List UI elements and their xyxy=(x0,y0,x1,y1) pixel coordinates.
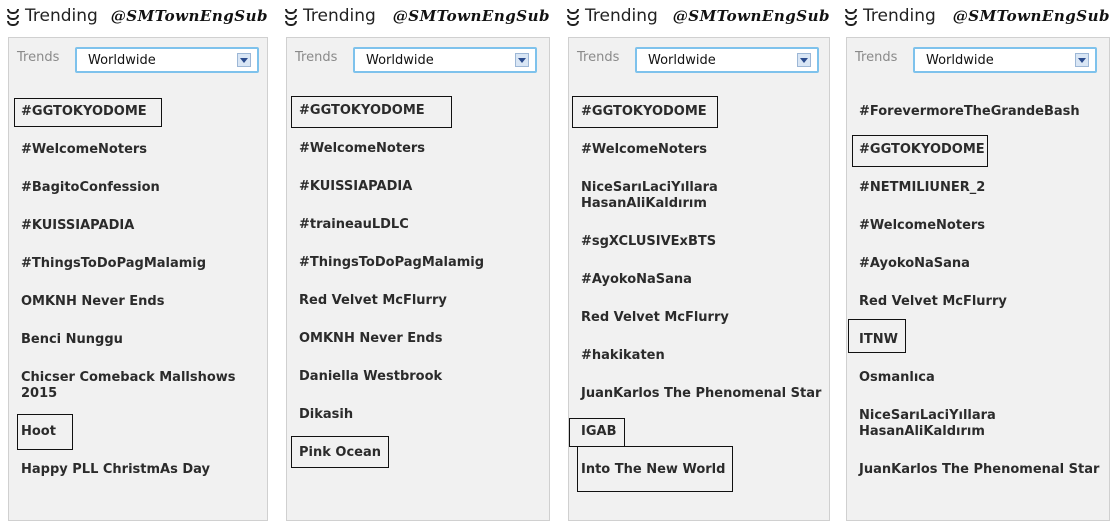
highlight-box xyxy=(572,96,718,128)
location-value: Worldwide xyxy=(366,53,434,68)
panel-header: Trending @SMTownEngSub xyxy=(278,5,558,31)
trends-box: Trends Worldwide #GGTOKYODOME #WelcomeNo… xyxy=(8,37,268,521)
highlight-box xyxy=(569,418,625,447)
trend-item[interactable]: Dikasih xyxy=(299,407,543,423)
trend-item[interactable]: Red Velvet McFlurry xyxy=(859,294,1103,310)
trends-label: Trends xyxy=(295,50,338,65)
location-select[interactable]: Worldwide xyxy=(635,47,819,73)
chevron-down-icon[interactable] xyxy=(797,53,811,67)
trend-item[interactable]: Daniella Westbrook xyxy=(299,369,543,385)
trend-item[interactable]: #WelcomeNoters xyxy=(299,141,543,157)
trend-item[interactable]: JuanKarlos The Phenomenal Star xyxy=(581,386,823,402)
panel-title: Trending xyxy=(303,6,376,26)
chevron-down-icon[interactable] xyxy=(515,53,529,67)
trend-item[interactable]: Red Velvet McFlurry xyxy=(581,310,823,326)
trend-item[interactable]: #AyokoNaSana xyxy=(859,256,1103,272)
trending-panel-4: Trending @SMTownEngSub Trends Worldwide … xyxy=(838,0,1118,521)
trend-item[interactable]: #WelcomeNoters xyxy=(21,142,261,158)
trending-icon xyxy=(567,9,579,27)
highlight-box xyxy=(17,414,73,450)
location-value: Worldwide xyxy=(648,53,716,68)
trend-item[interactable]: #BagitoConfession xyxy=(21,180,261,196)
location-select[interactable]: Worldwide xyxy=(75,47,259,73)
watermark: @SMTownEngSub xyxy=(392,7,550,25)
trends-box: Trends Worldwide #GGTOKYODOME #WelcomeNo… xyxy=(568,37,830,521)
location-select[interactable]: Worldwide xyxy=(913,47,1097,73)
location-select[interactable]: Worldwide xyxy=(353,47,537,73)
trend-item[interactable]: #ForevermoreTheGrandeBash xyxy=(859,104,1103,120)
panel-header: Trending @SMTownEngSub xyxy=(0,5,276,31)
trending-panel-2: Trending @SMTownEngSub Trends Worldwide … xyxy=(278,0,558,521)
chevron-down-icon[interactable] xyxy=(1075,53,1089,67)
trend-item[interactable]: #hakikaten xyxy=(581,348,823,364)
trends-label: Trends xyxy=(855,50,898,65)
trend-item[interactable]: Happy PLL ChristmAs Day xyxy=(21,462,261,478)
highlight-box xyxy=(848,319,906,353)
trend-item[interactable]: OMKNH Never Ends xyxy=(21,294,261,310)
trend-item[interactable]: #sgXCLUSIVExBTS xyxy=(581,234,823,250)
trend-item[interactable]: #NETMILIUNER_2 xyxy=(859,180,1103,196)
trend-item[interactable]: #KUISSIAPADIA xyxy=(21,218,261,234)
trending-panel-3: Trending @SMTownEngSub Trends Worldwide … xyxy=(560,0,838,521)
highlight-box xyxy=(577,446,733,492)
panel-title: Trending xyxy=(585,6,658,26)
trend-item[interactable]: JuanKarlos The Phenomenal Star xyxy=(859,462,1103,478)
trend-item[interactable]: #WelcomeNoters xyxy=(859,218,1103,234)
trends-label: Trends xyxy=(577,50,620,65)
chevron-down-icon[interactable] xyxy=(237,53,251,67)
trend-item[interactable]: #WelcomeNoters xyxy=(581,142,823,158)
trending-icon xyxy=(7,9,19,27)
trend-item[interactable]: #traineauLDLC xyxy=(299,217,543,233)
trend-item[interactable]: #ThingsToDoPagMalamig xyxy=(299,255,543,271)
trend-item[interactable]: OMKNH Never Ends xyxy=(299,331,543,347)
watermark: @SMTownEngSub xyxy=(110,7,268,25)
trend-item[interactable]: NiceSarıLaciYıllara HasanAliKaldırım xyxy=(581,180,729,212)
highlight-box xyxy=(852,135,988,167)
trend-item[interactable]: Red Velvet McFlurry xyxy=(299,293,543,309)
trend-item[interactable]: NiceSarıLaciYıllara HasanAliKaldırım xyxy=(859,408,1009,440)
panel-header: Trending @SMTownEngSub xyxy=(560,5,838,31)
trend-item[interactable]: Chicser Comeback Mallshows 2015 xyxy=(21,370,247,402)
trend-item[interactable]: #KUISSIAPADIA xyxy=(299,179,543,195)
trend-item[interactable]: #AyokoNaSana xyxy=(581,272,823,288)
trends-label: Trends xyxy=(17,50,60,65)
trending-panel-1: Trending @SMTownEngSub Trends Worldwide … xyxy=(0,0,276,521)
watermark: @SMTownEngSub xyxy=(952,7,1110,25)
trend-item[interactable]: Benci Nunggu xyxy=(21,332,261,348)
trend-item[interactable]: #ThingsToDoPagMalamig xyxy=(21,256,261,272)
highlight-box xyxy=(14,98,162,127)
highlight-box xyxy=(291,436,389,468)
panel-header: Trending @SMTownEngSub xyxy=(838,5,1118,31)
highlight-box xyxy=(291,96,452,128)
watermark: @SMTownEngSub xyxy=(672,7,830,25)
panel-title: Trending xyxy=(25,6,98,26)
trends-box: Trends Worldwide #GGTOKYODOME #WelcomeNo… xyxy=(286,37,550,521)
location-value: Worldwide xyxy=(88,53,156,68)
trending-icon xyxy=(845,9,857,27)
location-value: Worldwide xyxy=(926,53,994,68)
trending-icon xyxy=(285,9,297,27)
panel-title: Trending xyxy=(863,6,936,26)
trend-item[interactable]: Osmanlıca xyxy=(859,370,1103,386)
trends-box: Trends Worldwide #ForevermoreTheGrandeBa… xyxy=(846,37,1110,521)
